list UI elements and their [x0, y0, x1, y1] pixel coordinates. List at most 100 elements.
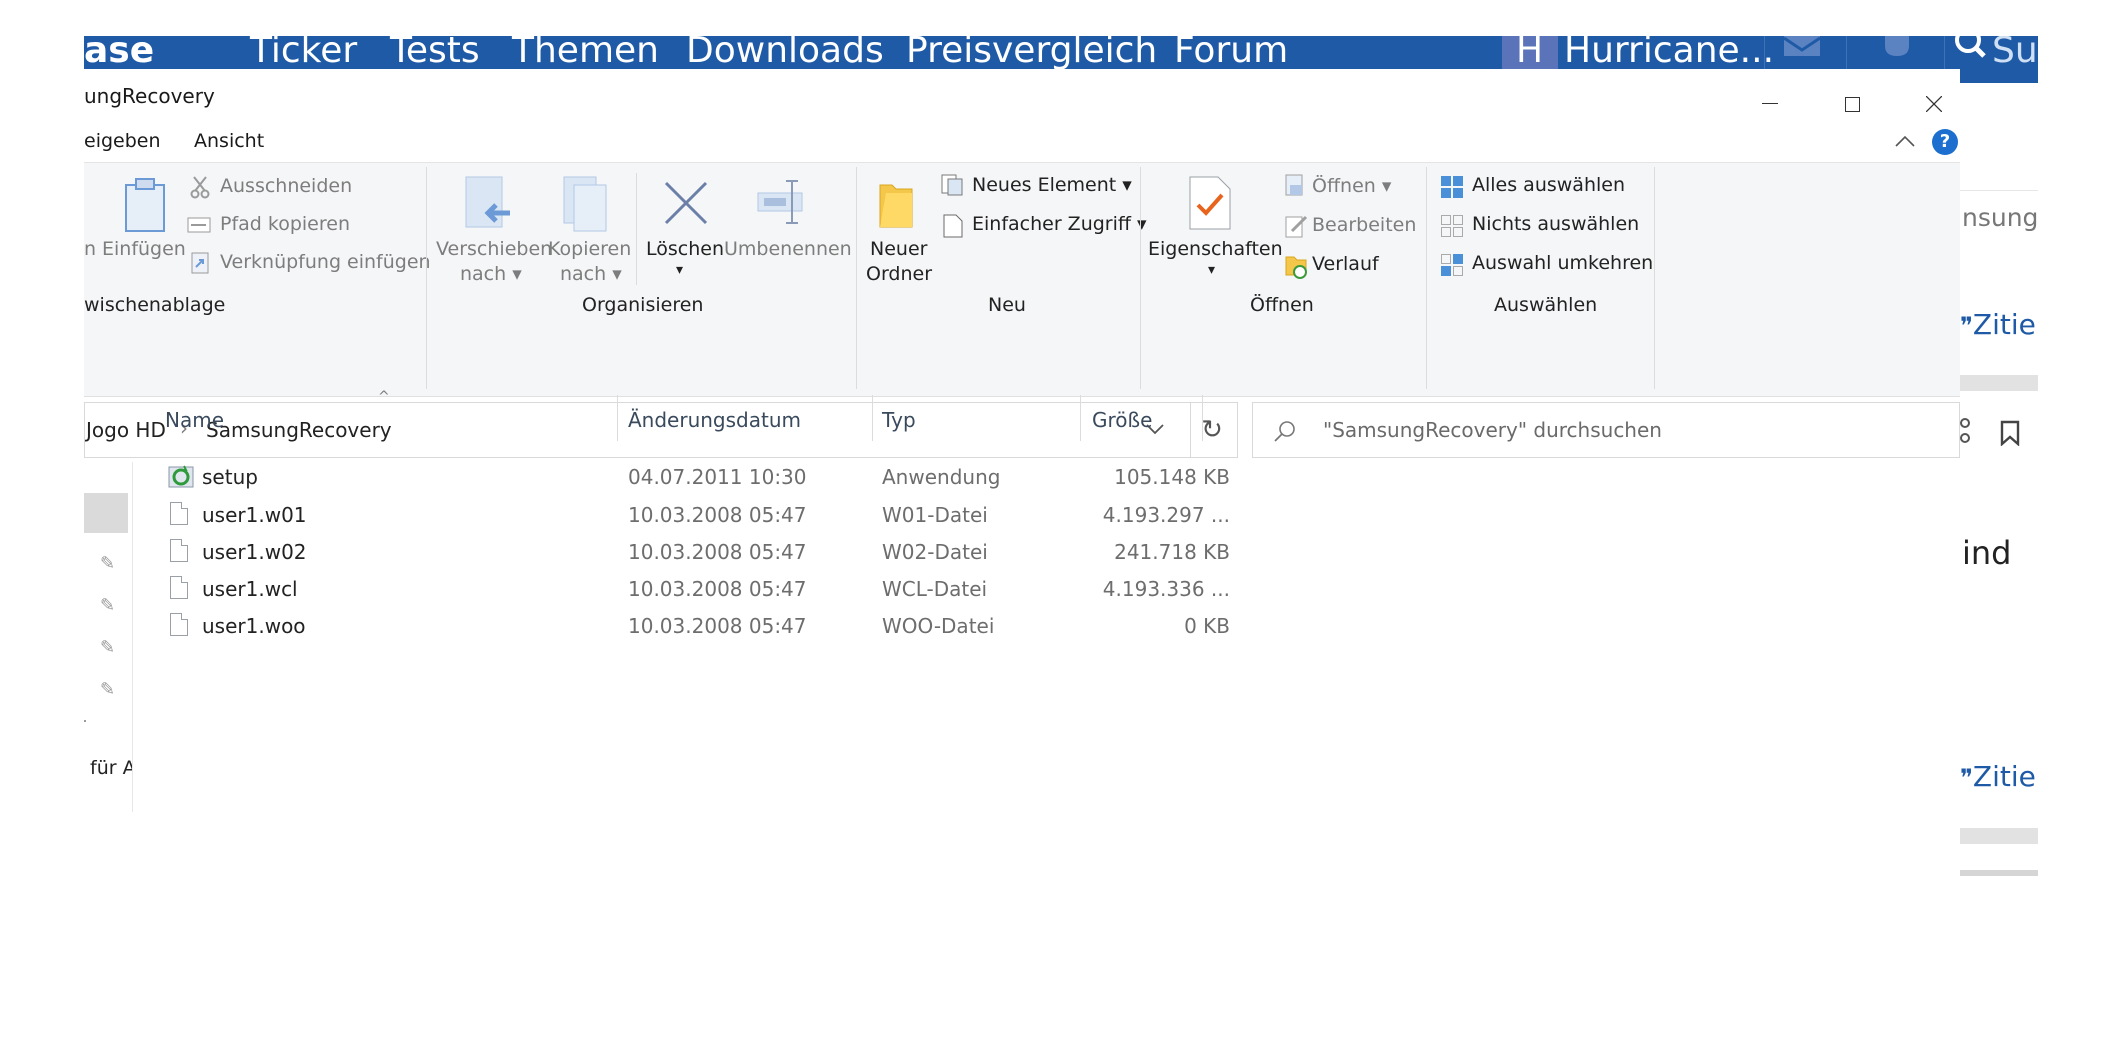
group-divider [1140, 167, 1141, 389]
nav-tests[interactable]: Tests [390, 36, 480, 69]
file-type: WCL-Datei [882, 577, 988, 601]
file-row-user1-woo[interactable]: user1.woo 10.03.2008 05:47 WOO-Datei 0 K… [164, 608, 1282, 644]
file-size: 4.193.336 ... [1102, 577, 1230, 601]
quote-link[interactable]: ❞Zitie [1960, 760, 2036, 793]
user-avatar[interactable]: H [1502, 36, 1558, 69]
website-navbar: ase Ticker Tests Themen Downloads Preisv… [84, 36, 2038, 69]
column-date[interactable]: Änderungsdatum [628, 408, 801, 432]
delete-dropdown-arrow[interactable]: ▾ [676, 262, 683, 278]
close-button[interactable] [1906, 77, 1960, 117]
edit-button[interactable]: Bearbeiten [1312, 214, 1416, 237]
pin-icon[interactable]: ✎ [100, 679, 115, 700]
collapse-ribbon-icon[interactable] [1894, 133, 1916, 149]
site-logo[interactable]: ase [84, 36, 154, 69]
rename-icon[interactable] [756, 179, 806, 225]
search-label[interactable]: Su [1992, 36, 2038, 69]
file-row-user1-w01[interactable]: user1.w01 10.03.2008 05:47 W01-Datei 4.1… [164, 497, 1282, 533]
file-size: 105.148 KB [1114, 465, 1230, 489]
divider [1846, 36, 1847, 69]
select-all-button[interactable]: Alles auswählen [1472, 174, 1625, 197]
column-name[interactable]: Name [165, 408, 224, 432]
nav-downloads[interactable]: Downloads [686, 36, 884, 69]
file-date: 04.07.2011 10:30 [628, 465, 807, 489]
search-box-icon [1274, 421, 1295, 442]
tab-ansicht[interactable]: Ansicht [194, 130, 264, 153]
delete-button[interactable]: Löschen [646, 238, 724, 261]
group-divider [1654, 167, 1655, 389]
quote-link-label: Zitie [1972, 308, 2036, 341]
clipboard-group-label: wischenablage [84, 294, 226, 316]
pin-icon[interactable]: ✎ [100, 637, 115, 658]
bookmark-icon[interactable] [1999, 420, 2021, 447]
search-box[interactable]: "SamsungRecovery" durchsuchen [1252, 402, 1960, 458]
copy-to-icon[interactable] [562, 175, 610, 233]
copy-to-button[interactable]: Kopieren [548, 238, 631, 261]
new-group-label: Neu [988, 294, 1026, 316]
website-navbar-edge [1960, 69, 2038, 83]
new-item-button[interactable]: Neues Element ▾ [972, 174, 1132, 197]
column-divider[interactable] [1202, 395, 1203, 441]
file-name: user1.woo [202, 614, 306, 638]
refresh-icon[interactable]: ↻ [1188, 402, 1236, 458]
group-divider [856, 167, 857, 389]
user-name[interactable]: Hurricane... [1564, 36, 1774, 69]
file-row-setup[interactable]: setup 04.07.2011 10:30 Anwendung 105.148… [164, 459, 1282, 495]
bg-text: nsung [1962, 203, 2039, 232]
column-divider[interactable] [617, 395, 618, 441]
nav-forum[interactable]: Forum [1174, 36, 1288, 69]
column-type[interactable]: Typ [882, 408, 916, 432]
copy-path-icon [187, 217, 211, 233]
paste-shortcut-button[interactable]: Verknüpfung einfügen [220, 251, 431, 274]
file-size: 4.193.297 ... [1102, 503, 1230, 527]
properties-button[interactable]: Eigenschaften [1148, 238, 1283, 261]
new-folder-button[interactable]: Neuer [870, 238, 927, 261]
properties-dropdown-arrow[interactable]: ▾ [1208, 262, 1215, 278]
file-name: user1.w02 [202, 540, 307, 564]
history-button[interactable]: Verlauf [1312, 253, 1379, 276]
mail-icon[interactable] [1782, 36, 1822, 56]
delete-x-icon[interactable] [662, 179, 710, 227]
column-divider[interactable] [872, 395, 873, 441]
share-icon[interactable] [1958, 418, 1972, 444]
breadcrumb-jogo-hd[interactable]: Jogo HD [86, 419, 166, 442]
maximize-button[interactable] [1824, 77, 1880, 117]
properties-icon[interactable] [1188, 175, 1232, 231]
nav-pane-border [132, 462, 133, 812]
nav-ticker[interactable]: Ticker [250, 36, 357, 69]
bg-bar [1960, 828, 2038, 844]
open-button[interactable]: Öffnen ▾ [1312, 175, 1391, 198]
file-row-user1-wcl[interactable]: user1.wcl 10.03.2008 05:47 WCL-Datei 4.1… [164, 571, 1282, 607]
nav-item-label[interactable]: für A [90, 758, 132, 780]
nav-preisvergleich[interactable]: Preisvergleich [906, 36, 1157, 69]
open-icon [1284, 173, 1306, 199]
quote-link[interactable]: ❞Zitie [1960, 308, 2036, 341]
bg-bar [1960, 870, 2038, 876]
pin-icon[interactable]: ✎ [100, 595, 115, 616]
breadcrumb-samsungrecovery[interactable]: SamsungRecovery [206, 419, 392, 442]
select-none-button[interactable]: Nichts auswählen [1472, 213, 1639, 236]
new-folder-label-2: Ordner [866, 263, 933, 285]
copy-path-button[interactable]: Pfad kopieren [220, 213, 350, 236]
help-icon[interactable]: ? [1932, 129, 1958, 155]
invert-selection-button[interactable]: Auswahl umkehren [1472, 252, 1653, 275]
move-to-button[interactable]: Verschieben [436, 238, 552, 261]
nav-selected-item[interactable] [84, 493, 128, 533]
tab-freigeben[interactable]: eigeben [84, 130, 161, 153]
nav-themen[interactable]: Themen [512, 36, 659, 69]
new-folder-icon[interactable] [878, 179, 914, 229]
cut-button[interactable]: Ausschneiden [220, 175, 352, 198]
setup-app-icon [168, 464, 194, 490]
file-row-user1-w02[interactable]: user1.w02 10.03.2008 05:47 W02-Datei 241… [164, 534, 1282, 570]
pin-icon[interactable]: ✎ [100, 553, 115, 574]
column-size[interactable]: Größe [1092, 408, 1152, 432]
bell-icon[interactable] [1880, 36, 1914, 60]
minimize-button[interactable] [1742, 77, 1798, 117]
divider [636, 173, 637, 285]
column-divider[interactable] [1080, 395, 1081, 441]
rename-button[interactable]: Umbenennen [724, 238, 852, 261]
clipboard-icon[interactable] [122, 177, 168, 233]
search-icon[interactable] [1954, 36, 1988, 60]
paste-button[interactable]: Einfügen [102, 238, 186, 261]
move-to-icon[interactable] [464, 175, 512, 233]
easy-access-button[interactable]: Einfacher Zugriff ▾ [972, 213, 1147, 236]
